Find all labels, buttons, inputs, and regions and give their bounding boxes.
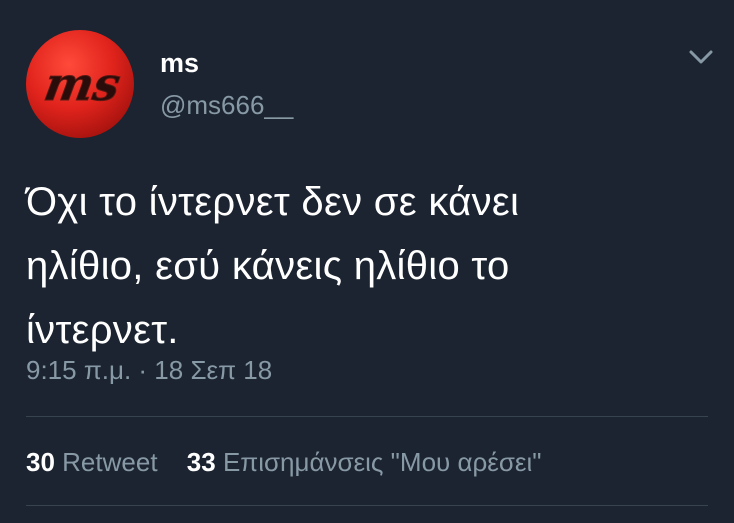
avatar-logo-text: ms xyxy=(40,56,124,111)
avatar[interactable]: ms xyxy=(26,30,134,138)
divider xyxy=(26,505,708,506)
tweet-timestamp[interactable]: 9:15 π.μ. · 18 Σεπ 18 xyxy=(26,352,272,388)
divider xyxy=(26,416,708,417)
tweet-text-line: Όχι το ίντερνετ δεν σε κάνει xyxy=(26,180,520,224)
retweets-label: Retweet xyxy=(62,447,158,477)
chevron-down-icon[interactable] xyxy=(688,48,714,66)
retweets-count: 30 xyxy=(26,447,55,477)
likes-stat[interactable]: 33 Επισημάνσεις "Μου αρέσει" xyxy=(187,444,542,480)
tweet-stats: 30 Retweet 33 Επισημάνσεις "Μου αρέσει" xyxy=(26,444,542,480)
retweets-stat[interactable]: 30 Retweet xyxy=(26,444,158,480)
display-name[interactable]: ms xyxy=(160,46,199,80)
tweet-detail: ms ms @ms666__ Όχι το ίντερνετ δεν σε κά… xyxy=(0,0,734,523)
likes-count: 33 xyxy=(186,447,216,477)
tweet-text: Όχι το ίντερνετ δεν σε κάνει ηλίθιο, εσύ… xyxy=(26,170,706,362)
user-handle[interactable]: @ms666__ xyxy=(160,88,293,122)
likes-label: Επισημάνσεις "Μου αρέσει" xyxy=(222,447,542,477)
avatar-logo: ms xyxy=(40,56,125,112)
tweet-text-line: ηλίθιο, εσύ κάνεις ηλίθιο το xyxy=(26,244,510,288)
